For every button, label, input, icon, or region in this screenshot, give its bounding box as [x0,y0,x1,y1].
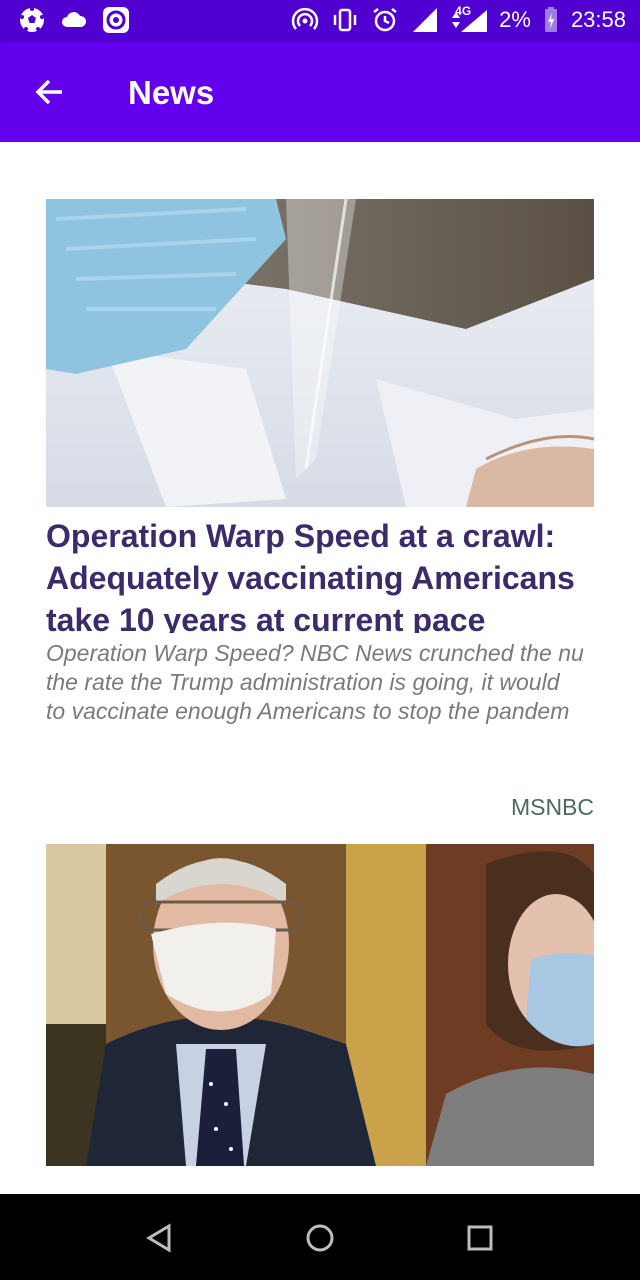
app-bar: News [0,42,640,142]
nav-back-button[interactable] [138,1216,182,1260]
battery-percent: 2% [499,7,531,32]
article-image[interactable] [46,844,594,1166]
cloud-icon [62,12,87,27]
masked-politicians-photo [46,844,594,1166]
article-summary: Operation Warp Speed? NBC News crunched … [46,639,594,726]
news-list[interactable]: Operation Warp Speed at a crawl: Adequat… [0,142,640,1194]
summary-line: to vaccinate enough Americans to stop th… [46,698,570,724]
circle-home-icon [306,1224,334,1252]
news-card[interactable] [46,844,594,1166]
status-bar: 4G 2% 23:58 [0,0,640,42]
summary-line: Operation Warp Speed? NBC News crunched … [46,640,584,666]
triangle-back-icon [146,1223,171,1253]
nav-recents-button[interactable] [458,1216,502,1260]
battery-charging-icon [544,7,557,32]
circle-app-icon [103,7,129,33]
vibrate-icon [333,8,357,32]
alarm-icon [373,8,397,32]
square-recents-icon [467,1225,493,1251]
headline-line: Operation Warp Speed at a crawl: [46,518,556,554]
signal-icon [413,8,438,32]
signal-4g-icon [452,10,488,32]
masked-health-worker-photo [46,199,594,507]
article-source: MSNBC [510,794,594,820]
back-button[interactable] [26,68,74,116]
clock: 23:58 [570,7,626,32]
page-title: News [128,74,215,111]
soccer-ball-icon [20,7,44,32]
arrow-left-icon [35,79,62,105]
article-headline[interactable]: Operation Warp Speed at a crawl: Adequat… [46,515,594,633]
headline-line: take 10 years at current pace [46,602,486,633]
network-type-label: 4G [451,4,488,34]
news-card[interactable]: Operation Warp Speed at a crawl: Adequat… [46,199,594,821]
headline-line: Adequately vaccinating Americans [46,560,575,596]
summary-line: the rate the Trump administration is goi… [46,669,560,695]
nav-home-button[interactable] [298,1216,342,1260]
article-image[interactable] [46,199,594,507]
hotspot-icon [291,7,319,30]
navigation-bar [0,1194,640,1280]
